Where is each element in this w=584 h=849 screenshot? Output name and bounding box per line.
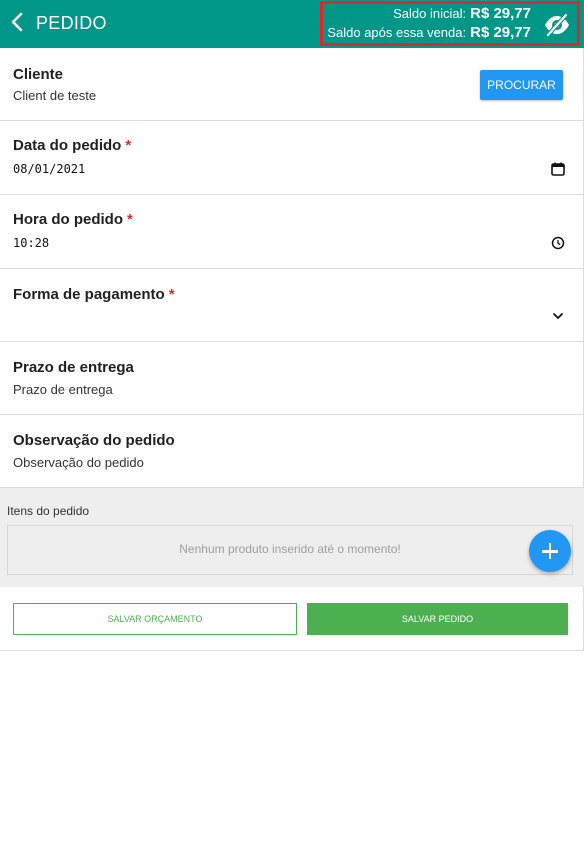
itens-section: Itens do pedido Nenhum produto inserido …	[0, 488, 584, 587]
hora-pedido-input[interactable]: 10:28	[13, 236, 49, 250]
add-item-button[interactable]	[529, 530, 571, 572]
save-quote-button[interactable]: SALVAR ORÇAMENTO	[13, 603, 297, 635]
chevron-down-icon[interactable]	[550, 308, 566, 324]
cliente-label: Cliente	[13, 66, 64, 83]
saldo-inicial-value: R$ 29,77	[470, 5, 531, 22]
prazo-entrega-field[interactable]: Prazo de entrega Prazo de entrega	[0, 342, 584, 415]
itens-title: Itens do pedido	[7, 504, 90, 518]
observacao-field[interactable]: Observação do pedido Observação do pedid…	[0, 415, 584, 488]
hora-pedido-field[interactable]: Hora do pedido * 10:28	[0, 195, 584, 269]
itens-empty-box: Nenhum produto inserido até o momento!	[7, 525, 573, 575]
page-title: PEDIDO	[36, 13, 107, 33]
saldo-apos-label: Saldo após essa venda:	[327, 25, 467, 40]
clock-icon[interactable]	[550, 235, 566, 251]
data-pedido-input[interactable]: 08/01/2021	[13, 162, 85, 176]
saldo-apos-value: R$ 29,77	[470, 24, 531, 41]
observacao-input[interactable]: Observação do pedido	[13, 455, 144, 470]
prazo-entrega-input[interactable]: Prazo de entrega	[13, 382, 113, 397]
itens-empty-message: Nenhum produto inserido até o momento!	[179, 542, 401, 556]
forma-pagamento-field[interactable]: Forma de pagamento *	[0, 269, 584, 342]
balance-panel: Saldo inicial: R$ 29,77 Saldo após essa v…	[320, 1, 580, 46]
forma-pagamento-label: Forma de pagamento *	[13, 286, 175, 303]
data-pedido-field[interactable]: Data do pedido * 08/01/2021	[0, 121, 584, 195]
required-mark: *	[125, 137, 132, 154]
cliente-value: Client de teste	[13, 88, 97, 103]
eye-off-icon[interactable]	[543, 12, 571, 38]
calendar-icon[interactable]	[550, 161, 566, 177]
prazo-entrega-label: Prazo de entrega	[13, 359, 134, 376]
action-bar: SALVAR ORÇAMENTO SALVAR PEDIDO	[0, 587, 584, 651]
save-order-button[interactable]: SALVAR PEDIDO	[307, 603, 568, 635]
hora-pedido-label: Hora do pedido *	[13, 211, 133, 228]
observacao-label: Observação do pedido	[13, 432, 175, 449]
saldo-inicial-label: Saldo inicial:	[393, 6, 467, 21]
required-mark: *	[168, 286, 175, 303]
top-app-bar: PEDIDO Saldo inicial: R$ 29,77 Saldo após…	[0, 0, 584, 48]
required-mark: *	[127, 211, 133, 228]
data-pedido-label: Data do pedido *	[13, 137, 132, 154]
procurar-button[interactable]: PROCURAR	[480, 70, 563, 100]
saldo-inicial: Saldo inicial: R$ 29,77	[393, 5, 531, 22]
chevron-left-icon[interactable]	[6, 10, 30, 34]
saldo-apos-venda: Saldo após essa venda: R$ 29,77	[327, 24, 531, 41]
